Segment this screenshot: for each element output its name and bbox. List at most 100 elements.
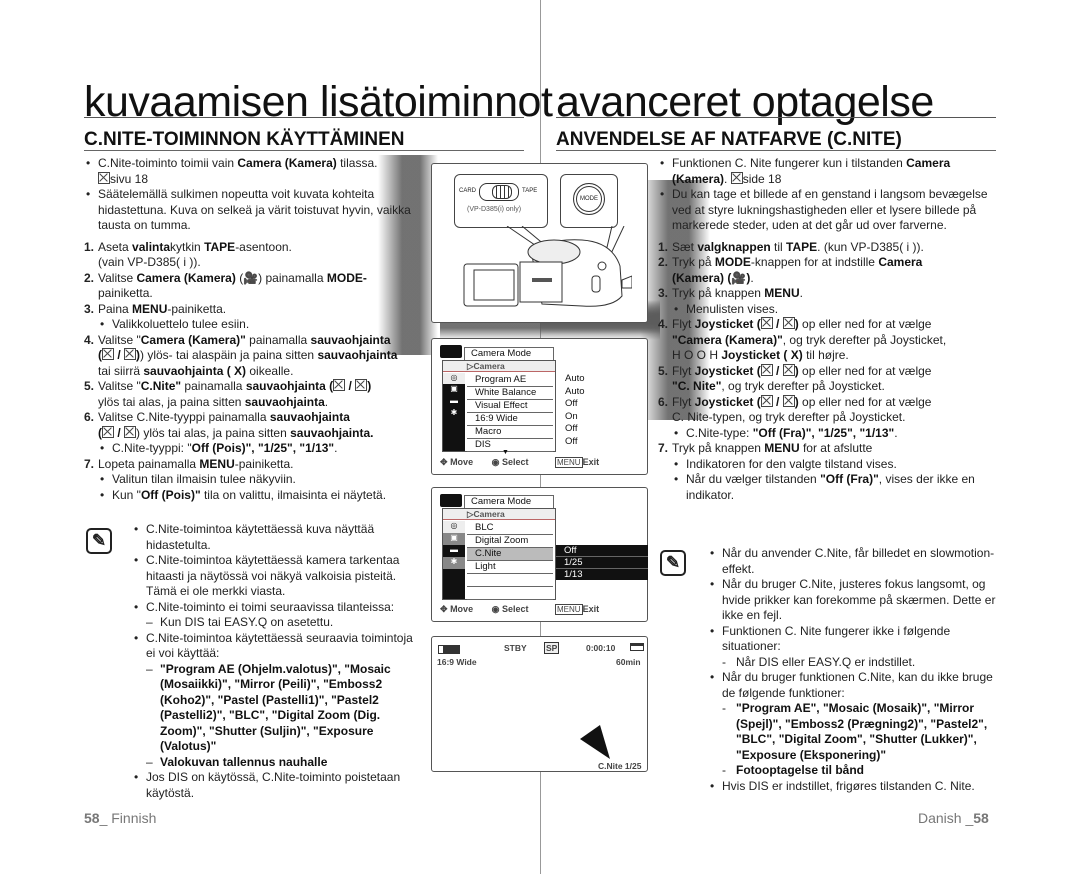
text: "Off (Fra)" xyxy=(820,472,879,486)
mode-callout: MODE xyxy=(560,174,618,228)
bullet: • xyxy=(86,187,91,201)
camcorder-illustration xyxy=(463,226,632,307)
text: Säätelemällä sulkimen nopeutta voit kuva… xyxy=(98,187,411,232)
menu-hints: ✥ Move ◉ Select MENU Exit xyxy=(440,604,640,615)
step-7-sub: • Når du vælger tilstanden "Off (Fra)", v… xyxy=(658,472,998,503)
step-3-sub: • Valikkoluettelo tulee esiin. xyxy=(84,317,424,333)
text: "Program AE (Ohjelm.valotus)", "Mosaic (… xyxy=(160,661,391,754)
left-page-number: 58_ Finnish xyxy=(84,810,156,826)
text: Valitun tilan ilmaisin tulee näkyviin. xyxy=(112,472,296,486)
up-icon xyxy=(102,348,114,360)
note-icon: ✎ xyxy=(660,550,686,576)
scroll-down-arrow-icon: ▼ xyxy=(502,449,509,456)
right-body: • Funktionen C. Nite fungerer kun i tils… xyxy=(658,156,998,503)
title-rule xyxy=(84,117,524,118)
option-off[interactable]: Off xyxy=(556,545,648,557)
note-dash: - Når DIS eller EASY.Q er indstillet. xyxy=(708,655,1000,671)
text: Jos DIS on käytössä, C.Nite-toiminto poi… xyxy=(146,770,401,800)
text: C.Nite-toiminto ei toimi seuraavissa til… xyxy=(146,599,395,614)
text: . xyxy=(799,286,803,300)
text: painiketta. xyxy=(98,286,153,300)
menu-item[interactable]: Visual Effect xyxy=(467,400,553,413)
joystick-icon: ✥ xyxy=(440,457,448,467)
select-icon: ◉ xyxy=(491,604,500,614)
text: / xyxy=(772,317,783,331)
text: -asentoon. xyxy=(235,239,292,254)
bullet: • xyxy=(710,546,715,560)
menu-item[interactable]: Light xyxy=(467,561,553,574)
text: ) ylös- tai alaspäin ja paina sitten xyxy=(140,348,318,362)
down-icon xyxy=(782,394,795,407)
bullet: • xyxy=(674,301,679,316)
text: / xyxy=(114,425,125,440)
menu-item[interactable]: Program AE xyxy=(467,374,553,387)
menu-item[interactable]: White Balance xyxy=(467,387,553,400)
menu-item[interactable]: Macro xyxy=(467,426,553,439)
text: Camera (Kamera) xyxy=(136,270,236,285)
text: (vain VP-D385( i )). xyxy=(98,255,201,269)
text: Off (Pois)", "1/25", "1/13" xyxy=(191,441,335,455)
bullet: • xyxy=(134,770,139,784)
text: sauvaohjainta xyxy=(310,332,391,347)
text: Når du anvender C.Nite, får billedet en … xyxy=(722,546,995,576)
text: C. Nite-typen, og tryk derefter på Joyst… xyxy=(672,410,906,424)
menu-panel: ▷Camera ◎ ▣ ▬ ✱ Program AE White Balance… xyxy=(442,360,556,452)
cnite-indicator: C.Nite 1/25 xyxy=(598,761,642,771)
text: / xyxy=(772,363,783,378)
menu-item[interactable]: Digital Zoom xyxy=(467,535,553,548)
menu-item[interactable]: 16:9 Wide xyxy=(467,413,553,426)
text: Tryk på knappen xyxy=(672,286,765,300)
text: Paina xyxy=(98,301,133,316)
menu-item[interactable]: BLC xyxy=(467,522,553,535)
joystick-icon: ✥ xyxy=(440,604,448,614)
intro-bullet: • Funktionen C. Nite fungerer kun i tils… xyxy=(658,156,998,187)
text: Camera (Kamera)" xyxy=(140,332,246,347)
dash: – xyxy=(146,661,153,676)
page-language: _ Finnish xyxy=(99,810,157,826)
remaining-time: 60min xyxy=(616,657,641,667)
dash: – xyxy=(146,754,153,769)
text: "C. Nite" xyxy=(672,379,722,393)
step-4: 4. Flyt Joysticket ( / ) op eller ned fo… xyxy=(658,317,998,364)
text: Når DIS eller EASY.Q er indstillet. xyxy=(736,654,916,669)
menu-value: Off xyxy=(565,398,578,409)
text: Hvis DIS er indstillet, frigøres tilstan… xyxy=(722,778,975,793)
page-number: 58 xyxy=(973,810,989,826)
step-number: 2. xyxy=(84,270,95,285)
down-icon xyxy=(782,317,795,329)
text: sauvaohjainta ( X) xyxy=(143,363,247,378)
menu-sidebar: ◎ ▣ ▬ ✱ xyxy=(443,521,465,599)
step-number: 3. xyxy=(658,286,669,300)
text: ylös tai alas, ja paina sitten xyxy=(98,394,245,409)
menu-key-icon: MENU xyxy=(555,604,583,615)
camera-menu-screen-2: Camera Mode ▷Camera ◎ ▣ ▬ ✱ BLC Digital … xyxy=(431,487,648,622)
option-1-13[interactable]: 1/13 xyxy=(556,569,648,580)
option-1-25[interactable]: 1/25 xyxy=(556,557,648,569)
step-number: 1. xyxy=(84,239,95,254)
note-icon: ✎ xyxy=(86,528,112,554)
page-number: 58 xyxy=(84,810,100,826)
mode-label: MODE xyxy=(580,196,598,202)
text: Når du bruger funktionen C.Nite, kan du … xyxy=(722,670,993,700)
page-ref: side 18 xyxy=(742,171,782,186)
note-dash: – Kun DIS tai EASY.Q on asetettu. xyxy=(132,615,422,631)
text: tilassa. xyxy=(336,156,378,170)
wide-indicator: 16:9 Wide xyxy=(437,657,477,667)
dash: - xyxy=(722,654,726,669)
step-number: 3. xyxy=(84,301,95,316)
menu-value: Off xyxy=(565,435,578,447)
menu-item-empty xyxy=(467,587,553,600)
bullet: • xyxy=(134,630,139,645)
left-body: • C.Nite-toiminto toimii vain Camera (Ka… xyxy=(84,156,424,503)
menu-item-selected[interactable]: C.Nite xyxy=(467,548,553,561)
text: Aseta xyxy=(98,239,133,254)
text: ) ylös tai alas, ja paina sitten xyxy=(136,425,291,440)
step-3: 3. Paina MENU-painiketta. xyxy=(84,302,424,318)
switch-callout: CARD TAPE (VP-D385(i) only) xyxy=(454,174,548,228)
menu-value: Auto xyxy=(565,373,585,384)
text: C.Nite-type: xyxy=(686,425,753,440)
menu-item[interactable]: DIS xyxy=(467,439,553,452)
step-6-sub: • C.Nite-type: "Off (Fra)", "1/25", "1/13… xyxy=(658,426,998,442)
text: Joysticket ( xyxy=(694,394,761,409)
page-ref-icon xyxy=(98,171,110,184)
